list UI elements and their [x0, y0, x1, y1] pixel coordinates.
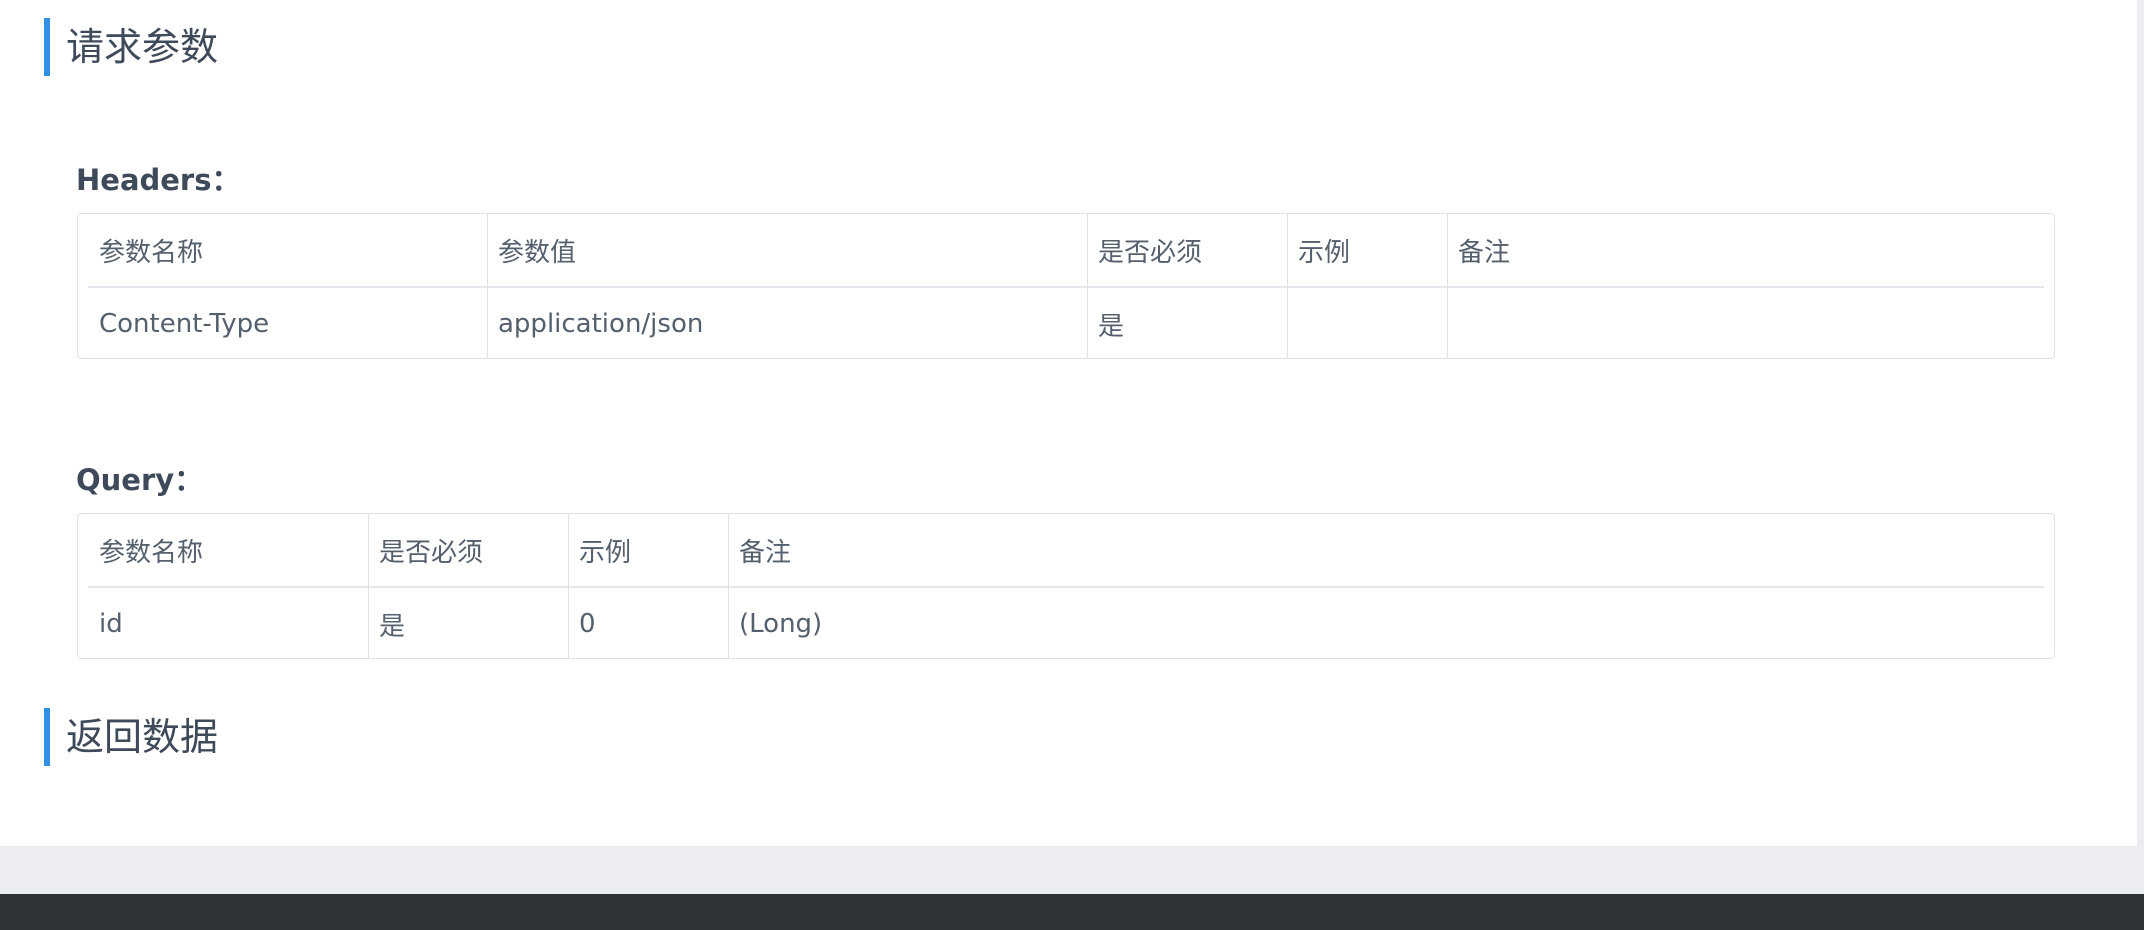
headers-col-value: 参数值 [498, 237, 577, 268]
headers-cell-example [1287, 288, 1447, 360]
headers-col-remark: 备注 [1458, 237, 1511, 268]
query-cell-name: id [99, 609, 123, 639]
headers-col-example: 示例 [1298, 237, 1351, 268]
column-divider [728, 514, 729, 658]
headers-table: 参数名称 参数值 是否必须 示例 备注 Content-Type applica… [77, 213, 2055, 359]
headers-col-name: 参数名称 [99, 237, 204, 268]
headers-table-header-row: 参数名称 参数值 是否必须 示例 备注 [88, 214, 2044, 288]
query-table: 参数名称 是否必须 示例 备注 id 是 0 (Long) [77, 513, 2055, 659]
query-cell-remark: (Long) [739, 609, 823, 639]
headers-col-required: 是否必须 [1098, 237, 1203, 268]
footer-bar [0, 894, 2144, 930]
column-divider [1447, 214, 1448, 358]
query-col-remark: 备注 [739, 537, 792, 568]
column-divider [1287, 214, 1288, 358]
column-divider [568, 514, 569, 658]
column-divider [1087, 214, 1088, 358]
table-row: Content-Type application/json 是 [88, 288, 2044, 360]
query-table-header-row: 参数名称 是否必须 示例 备注 [88, 514, 2044, 588]
api-doc-page: 请求参数 Headers： 参数名称 参数值 是否必须 示例 备注 Conten… [0, 0, 2137, 846]
query-col-required: 是否必须 [379, 537, 484, 568]
headers-cell-name: Content-Type [99, 309, 270, 339]
page-gutter [2137, 0, 2144, 846]
column-divider [487, 214, 488, 358]
response-data-heading: 返回数据 [44, 708, 218, 766]
headers-cell-value: application/json [498, 309, 704, 339]
query-col-example: 示例 [579, 537, 632, 568]
query-col-name: 参数名称 [99, 537, 204, 568]
request-params-heading: 请求参数 [44, 18, 218, 76]
headers-cell-required: 是 [1098, 311, 1125, 342]
column-divider [368, 514, 369, 658]
headers-cell-remark [1447, 288, 2044, 360]
query-label: Query： [76, 463, 204, 497]
query-cell-example: 0 [579, 609, 596, 639]
query-cell-required: 是 [379, 611, 406, 642]
table-row: id 是 0 (Long) [88, 588, 2044, 660]
headers-label: Headers： [76, 163, 241, 197]
